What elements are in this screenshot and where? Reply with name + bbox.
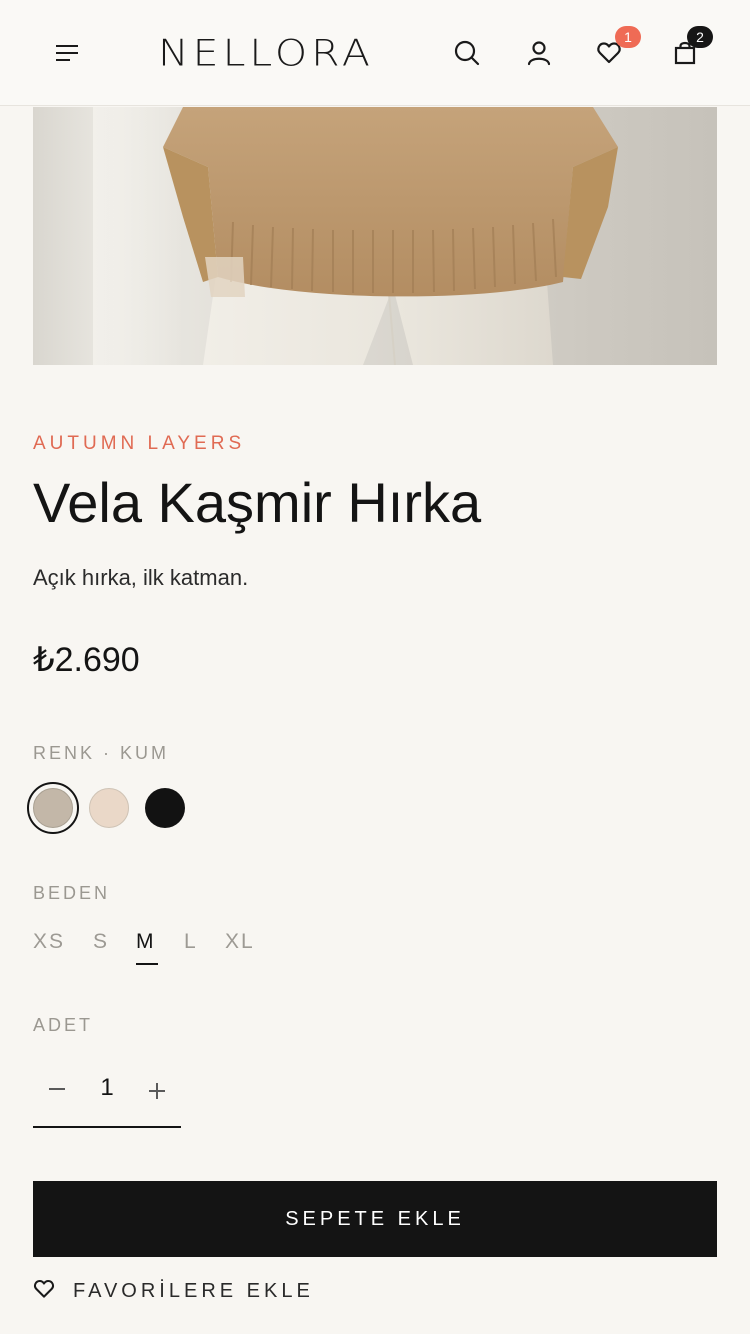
- color-swatch-kum[interactable]: [33, 788, 73, 828]
- product-price: ₺2.690: [33, 641, 140, 679]
- quantity-label: ADET: [33, 1015, 94, 1035]
- account-icon[interactable]: [524, 38, 554, 68]
- size-option-xs[interactable]: XS: [33, 930, 65, 954]
- increase-quantity-button[interactable]: [144, 1078, 170, 1104]
- size-option-l[interactable]: L: [184, 930, 198, 954]
- color-swatch-siyah[interactable]: [145, 788, 185, 828]
- add-to-favorites-label: FAVORİLERE EKLE: [73, 1279, 314, 1302]
- collection-label: AUTUMN LAYERS: [33, 433, 246, 454]
- add-to-favorites-button[interactable]: FAVORİLERE EKLE: [33, 1276, 314, 1306]
- wishlist-count-badge: 1: [615, 26, 641, 48]
- size-option-xl[interactable]: XL: [225, 930, 255, 954]
- menu-icon[interactable]: [52, 38, 82, 68]
- product-page: NELLORA 1 2 AUTUMN LAYERS Vela Kaşmir Hı…: [0, 0, 750, 1334]
- size-option-s[interactable]: S: [93, 930, 109, 954]
- product-image[interactable]: [33, 107, 717, 365]
- product-subtitle: Açık hırka, ilk katman.: [33, 565, 249, 590]
- cart-count-badge: 2: [687, 26, 713, 48]
- quantity-value[interactable]: 1: [96, 1074, 118, 1102]
- selected-size-indicator: [136, 963, 158, 965]
- site-header: NELLORA 1 2: [0, 0, 750, 106]
- size-option-m[interactable]: M: [136, 930, 156, 954]
- quantity-underline: [33, 1126, 181, 1128]
- brand-logo[interactable]: NELLORA: [132, 32, 400, 74]
- color-swatch-bej[interactable]: [89, 788, 129, 828]
- size-label: BEDEN: [33, 883, 111, 903]
- decrease-quantity-button[interactable]: [44, 1076, 70, 1102]
- heart-icon: [33, 1278, 55, 1305]
- search-icon[interactable]: [452, 38, 482, 68]
- product-title: Vela Kaşmir Hırka: [33, 471, 482, 534]
- add-to-cart-button[interactable]: SEPETE EKLE: [33, 1181, 717, 1257]
- color-label: RENK · KUM: [33, 743, 170, 763]
